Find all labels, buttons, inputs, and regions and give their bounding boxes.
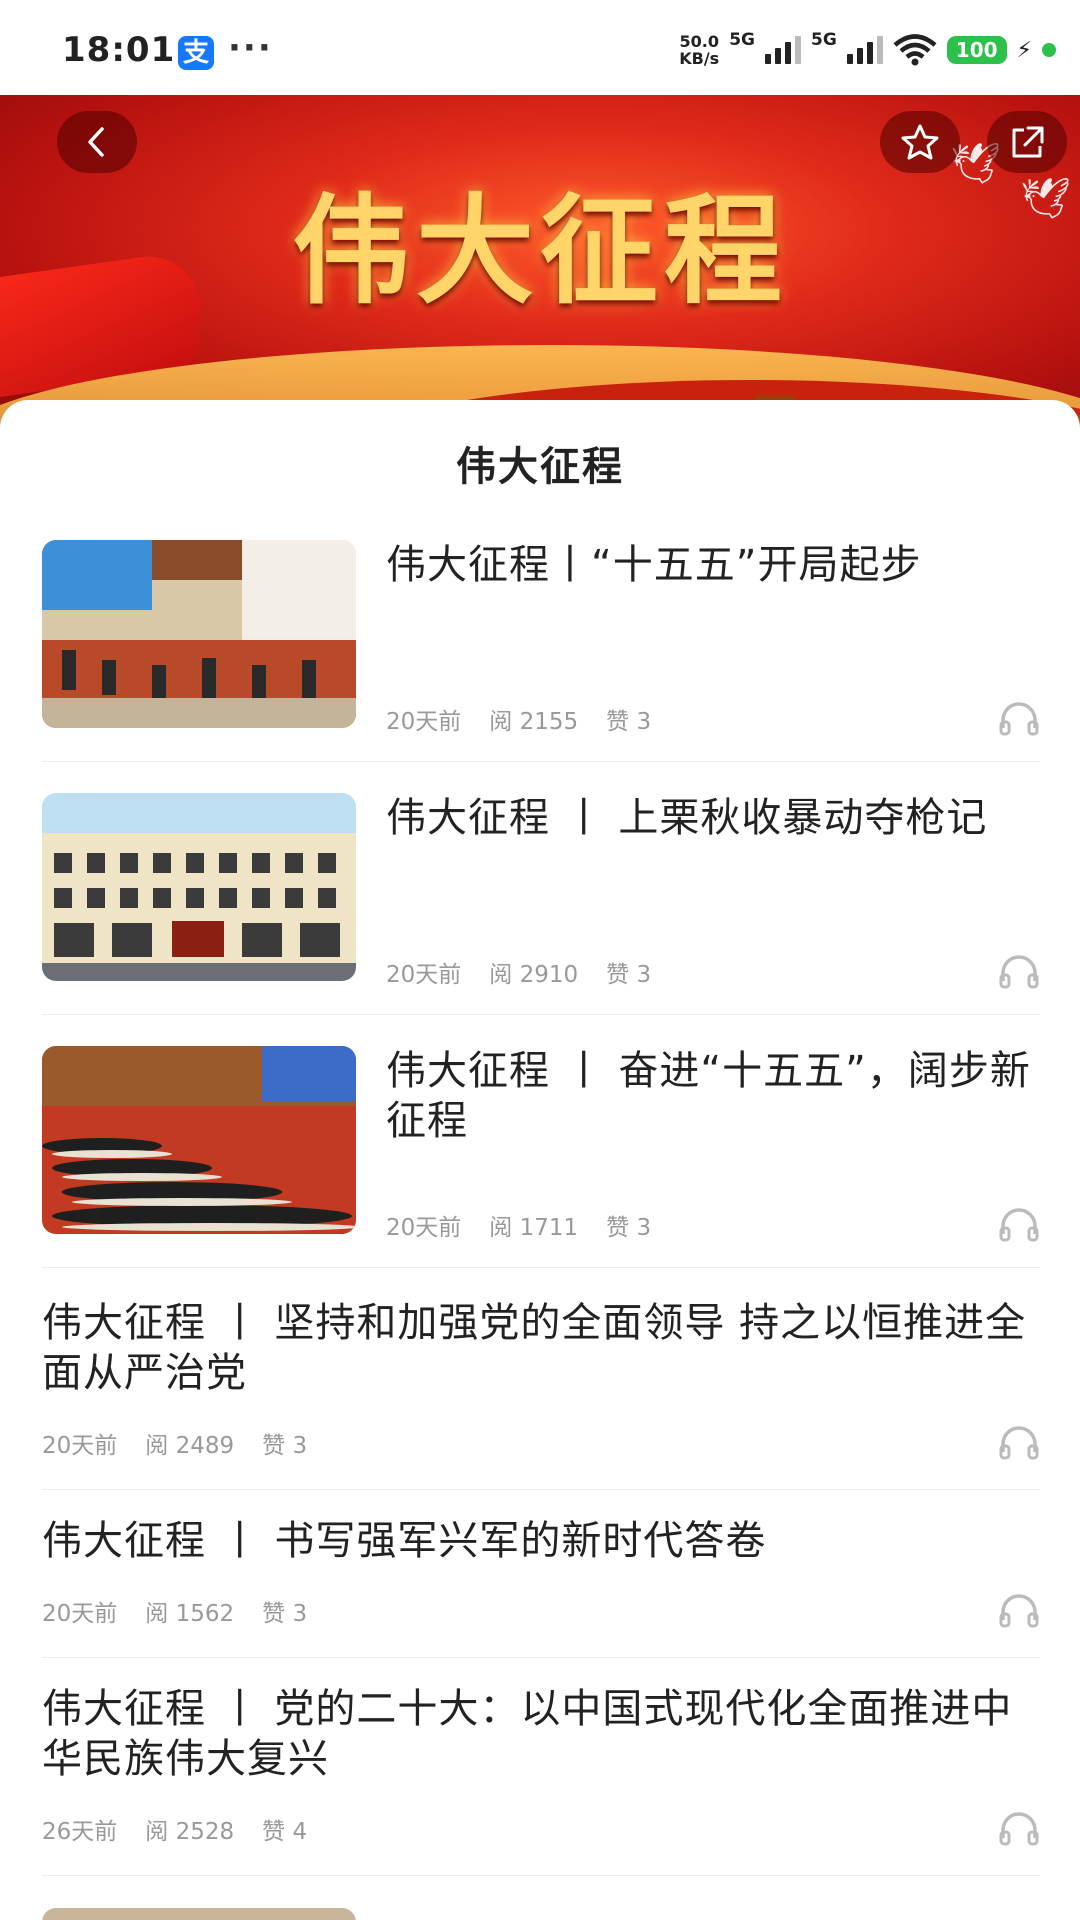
article-title: 伟大征程 丨 坚持和加强党的全面领导 持之以恒推进全面从严治党 <box>42 1300 1027 1396</box>
article-item[interactable]: 伟大征程 丨 党的二十大：以中国式现代化全面推进中华民族伟大复兴 26天前 阅 2… <box>42 1684 1040 1876</box>
banner-title: 伟大征程 <box>291 181 788 320</box>
article-likes: 赞 3 <box>606 1215 652 1241</box>
article-item[interactable]: 伟大征程丨“十五五”开局起步 20天前 阅 2155 赞 3 <box>42 540 1040 762</box>
article-meta: 20天前 阅 1711 赞 3 <box>386 1208 679 1242</box>
signal-2-icon <box>846 36 883 64</box>
article-reads: 阅 2910 <box>489 962 579 988</box>
chevron-left-icon <box>88 127 104 157</box>
status-dot-icon <box>1042 43 1056 57</box>
article-likes: 赞 3 <box>262 1601 308 1627</box>
article-likes: 赞 3 <box>262 1433 308 1459</box>
more-notifications-icon: ··· <box>228 28 273 68</box>
wifi-icon <box>893 34 937 66</box>
article-meta: 20天前 阅 2155 赞 3 <box>386 702 679 736</box>
network-speed-unit: KB/s <box>679 49 720 68</box>
charging-icon: ⚡ <box>1016 37 1032 63</box>
article-thumbnail <box>42 793 356 981</box>
headphones-icon[interactable] <box>998 1592 1040 1628</box>
article-reads: 阅 2155 <box>489 709 579 735</box>
network-type-2: 5G <box>811 30 837 50</box>
page-title: 伟大征程 <box>456 444 624 490</box>
article-time: 20天前 <box>386 1215 462 1241</box>
headphones-icon[interactable] <box>998 1810 1040 1846</box>
battery-level: 100 <box>946 36 1007 64</box>
article-meta: 20天前 阅 2489 赞 3 <box>42 1426 335 1460</box>
next-article-thumbnail <box>42 1908 356 1920</box>
article-time: 26天前 <box>42 1819 118 1845</box>
favorite-button[interactable] <box>880 111 960 173</box>
network-speed-value: 50.0 <box>679 32 719 51</box>
article-reads: 阅 1562 <box>145 1601 235 1627</box>
article-title: 伟大征程 丨 书写强军兴军的新时代答卷 <box>42 1518 767 1564</box>
network-type-1: 5G <box>729 30 755 50</box>
share-button[interactable] <box>987 111 1067 173</box>
headphones-icon[interactable] <box>998 700 1040 736</box>
back-button[interactable] <box>57 111 137 173</box>
headphones-icon[interactable] <box>998 1206 1040 1242</box>
status-time: 18:01 <box>62 30 176 70</box>
content-sheet: 伟大征程 伟大征程丨“十五五”开局起步 20天前 阅 2155 赞 3 伟大征程 … <box>0 400 1080 1920</box>
status-indicators: 50.0 KB/s 5G 5G 100 ⚡ <box>679 28 1056 72</box>
headphones-icon[interactable] <box>998 953 1040 989</box>
article-thumbnail <box>42 1046 356 1234</box>
network-speed: 50.0 KB/s <box>679 33 719 67</box>
article-reads: 阅 2489 <box>145 1433 235 1459</box>
article-likes: 赞 3 <box>606 709 652 735</box>
article-meta: 26天前 阅 2528 赞 4 <box>42 1812 335 1846</box>
article-item[interactable]: 伟大征程 丨 奋进“十五五”，阔步新征程 20天前 阅 1711 赞 3 <box>42 1046 1040 1268</box>
status-bar: 18:01 支 ··· 50.0 KB/s 5G 5G 100 ⚡ <box>0 0 1080 95</box>
article-title: 伟大征程丨“十五五”开局起步 <box>386 542 922 588</box>
article-likes: 赞 4 <box>262 1819 308 1845</box>
article-item[interactable]: 伟大征程 丨 坚持和加强党的全面领导 持之以恒推进全面从严治党 20天前 阅 24… <box>42 1298 1040 1490</box>
article-thumbnail <box>42 540 356 728</box>
article-title: 伟大征程 丨 党的二十大：以中国式现代化全面推进中华民族伟大复兴 <box>42 1686 1013 1782</box>
header-banner: 🕊 🕊 伟大征程 <box>0 95 1080 430</box>
article-likes: 赞 3 <box>606 962 652 988</box>
article-reads: 阅 2528 <box>145 1819 235 1845</box>
article-meta: 20天前 阅 2910 赞 3 <box>386 955 679 989</box>
share-icon <box>1012 126 1044 158</box>
article-time: 20天前 <box>42 1601 118 1627</box>
article-meta: 20天前 阅 1562 赞 3 <box>42 1594 335 1628</box>
alipay-notification-icon: 支 <box>178 36 214 70</box>
article-title: 伟大征程 丨 奋进“十五五”，阔步新征程 <box>386 1048 1031 1144</box>
article-time: 20天前 <box>386 962 462 988</box>
signal-1-icon <box>765 36 801 64</box>
article-title: 伟大征程 丨 上栗秋收暴动夺枪记 <box>386 795 988 841</box>
article-item[interactable]: 伟大征程 丨 书写强军兴军的新时代答卷 20天前 阅 1562 赞 3 <box>42 1516 1040 1658</box>
article-time: 20天前 <box>386 709 462 735</box>
star-icon <box>901 124 939 160</box>
article-time: 20天前 <box>42 1433 118 1459</box>
article-reads: 阅 1711 <box>489 1215 579 1241</box>
headphones-icon[interactable] <box>998 1424 1040 1460</box>
article-item[interactable]: 伟大征程 丨 上栗秋收暴动夺枪记 20天前 阅 2910 赞 3 <box>42 793 1040 1015</box>
